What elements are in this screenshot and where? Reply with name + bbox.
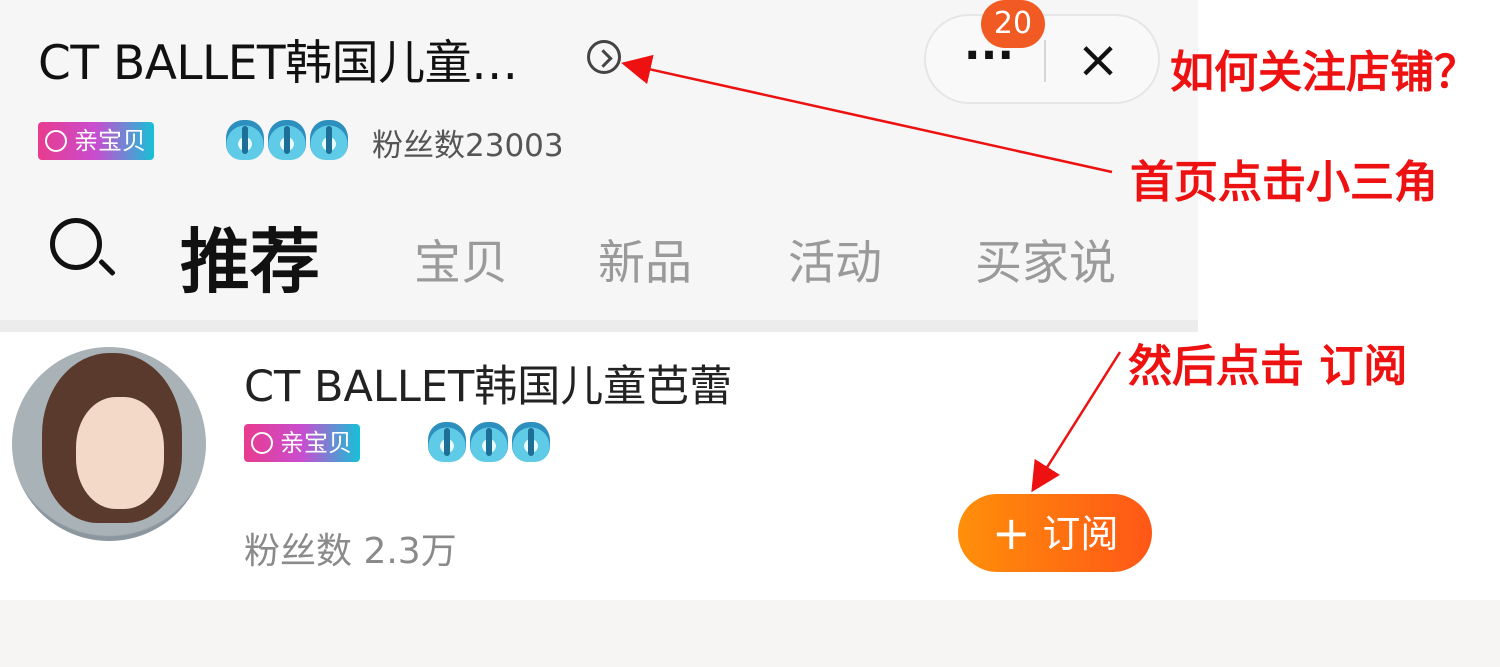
annotation-arrows: [621, 54, 1122, 493]
arrow-to-subscribe: [1031, 351, 1122, 493]
arrow-to-chevron: [621, 54, 1113, 174]
